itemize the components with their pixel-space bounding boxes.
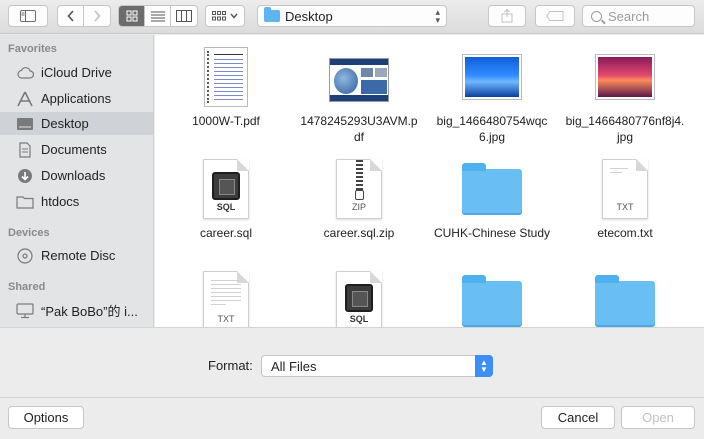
search-field[interactable]: Search: [582, 5, 695, 27]
file-browser: 1000W-T.pdf 1478245293U3AVM.pdf big_1466…: [155, 35, 704, 327]
share-button[interactable]: [488, 5, 526, 27]
folder-icon: [16, 194, 34, 210]
file-item[interactable]: SQL career.sql: [160, 155, 292, 241]
back-button[interactable]: [58, 6, 84, 26]
location-label: Desktop: [285, 8, 333, 24]
list-icon: [150, 11, 165, 21]
format-select[interactable]: All Files ▲ ▼: [261, 355, 493, 377]
cloud-icon: [16, 65, 34, 81]
pdf-brochure-thumbnail-icon: [329, 58, 389, 102]
view-mode-group: [118, 5, 198, 27]
folder-icon: [595, 275, 655, 327]
file-item[interactable]: [426, 267, 558, 327]
sidebar-item-label: Applications: [41, 91, 112, 106]
file-name: 1478245293U3AVM.pdf: [300, 114, 418, 144]
sidebar-item-label: Downloads: [41, 168, 106, 183]
sidebar-item-label: htdocs: [41, 194, 80, 209]
file-item[interactable]: CUHK-Chinese Study: [426, 155, 558, 241]
sidebar-item-label: Documents: [41, 142, 107, 157]
cancel-button[interactable]: Cancel: [541, 406, 615, 429]
sidebar-item-htdocs[interactable]: htdocs: [0, 190, 153, 213]
toolbar: Desktop ▴ ▾ Search: [0, 0, 704, 34]
folder-icon: [264, 7, 280, 22]
zip-archive-icon: ZIP: [336, 159, 382, 219]
chevron-left-icon: [66, 10, 74, 22]
sidebar-item-label: Desktop: [41, 116, 89, 131]
applications-icon: [16, 91, 34, 107]
file-item[interactable]: TXT: [160, 267, 292, 327]
options-button[interactable]: Options: [8, 406, 84, 429]
file-name: career.sql.zip: [323, 226, 395, 240]
file-item[interactable]: big_1466480754wqc6.jpg: [426, 43, 558, 145]
file-item[interactable]: TXT etecom.txt: [559, 155, 691, 241]
desktop-icon: [16, 116, 34, 132]
sidebar-item-applications[interactable]: Applications: [0, 87, 153, 110]
tag-icon: [546, 11, 564, 21]
file-name: big_1466480776nf8j4.jpg: [565, 114, 685, 144]
sidebar-section-favorites: Favorites: [8, 43, 57, 55]
sidebar-item-label: Remote Disc: [41, 248, 116, 263]
updown-chevron-icon: ▲ ▼: [475, 355, 493, 377]
file-item[interactable]: ZIP career.sql.zip: [293, 155, 425, 241]
file-item[interactable]: SQL: [293, 267, 425, 327]
tag-button[interactable]: [535, 5, 575, 27]
file-item[interactable]: big_1466480776nf8j4.jpg: [559, 43, 691, 145]
file-name: 1000W-T.pdf: [192, 114, 260, 128]
file-name: career.sql: [199, 226, 253, 240]
bottom-bar: Options Cancel Open: [0, 397, 704, 439]
share-icon: [501, 9, 513, 23]
search-placeholder: Search: [608, 8, 650, 24]
open-button[interactable]: Open: [621, 406, 695, 429]
file-item[interactable]: 1000W-T.pdf: [160, 43, 292, 129]
file-name: CUHK-Chinese Study: [433, 226, 551, 240]
sidebar-icon: [20, 10, 36, 22]
file-name: big_1466480754wqc6.jpg: [436, 114, 548, 144]
documents-icon: [16, 141, 34, 158]
downloads-icon: [16, 168, 34, 184]
sidebar-item-label: “Pak BoBo”的 i...: [41, 304, 138, 319]
pdf-document-icon: [204, 47, 248, 107]
sidebar-toggle-button[interactable]: [8, 5, 48, 27]
arrange-grid-icon: [212, 11, 226, 21]
image-thumbnail-icon: [463, 55, 521, 99]
back-forward-group: [57, 5, 111, 27]
sidebar-item-desktop[interactable]: Desktop: [0, 112, 153, 135]
folder-icon: [462, 163, 522, 215]
sidebar-section-devices: Devices: [8, 227, 50, 239]
sidebar-item-remote-disc[interactable]: Remote Disc: [0, 244, 153, 267]
format-value: All Files: [271, 358, 317, 374]
search-icon: [591, 10, 602, 22]
updown-chevron-icon: ▴ ▾: [435, 7, 440, 25]
computer-icon: [16, 302, 34, 319]
column-view-button[interactable]: [171, 6, 197, 26]
file-name: etecom.txt: [597, 226, 653, 240]
sidebar-item-shared-computer[interactable]: “Pak BoBo”的 i...: [0, 299, 153, 322]
folder-icon: [462, 275, 522, 327]
location-popup[interactable]: Desktop ▴ ▾: [257, 5, 447, 27]
sidebar: Favorites iCloud Drive Applications Desk…: [0, 35, 154, 327]
icon-view-button[interactable]: [119, 6, 145, 26]
format-bar: Format: All Files ▲ ▼: [0, 327, 704, 397]
text-file-icon: TXT: [203, 271, 249, 327]
sidebar-item-label: iCloud Drive: [41, 65, 112, 80]
text-file-icon: TXT: [602, 159, 648, 219]
grid-icon: [126, 10, 137, 22]
sidebar-section-shared: Shared: [8, 281, 46, 293]
file-item[interactable]: 1478245293U3AVM.pdf: [293, 43, 425, 145]
forward-button[interactable]: [84, 6, 110, 26]
format-label: Format:: [208, 358, 253, 373]
sql-file-icon: SQL: [203, 159, 249, 219]
image-thumbnail-icon: [596, 55, 654, 99]
sidebar-item-downloads[interactable]: Downloads: [0, 164, 153, 187]
chevron-down-icon: [230, 13, 238, 19]
chevron-right-icon: [94, 10, 101, 22]
arrange-button[interactable]: [205, 5, 245, 27]
columns-icon: [176, 10, 192, 22]
file-item[interactable]: [559, 267, 691, 327]
disc-icon: [16, 247, 34, 264]
list-view-button[interactable]: [145, 6, 171, 26]
sidebar-item-documents[interactable]: Documents: [0, 138, 153, 161]
sidebar-item-icloud-drive[interactable]: iCloud Drive: [0, 61, 153, 84]
sql-file-icon: SQL: [336, 271, 382, 327]
